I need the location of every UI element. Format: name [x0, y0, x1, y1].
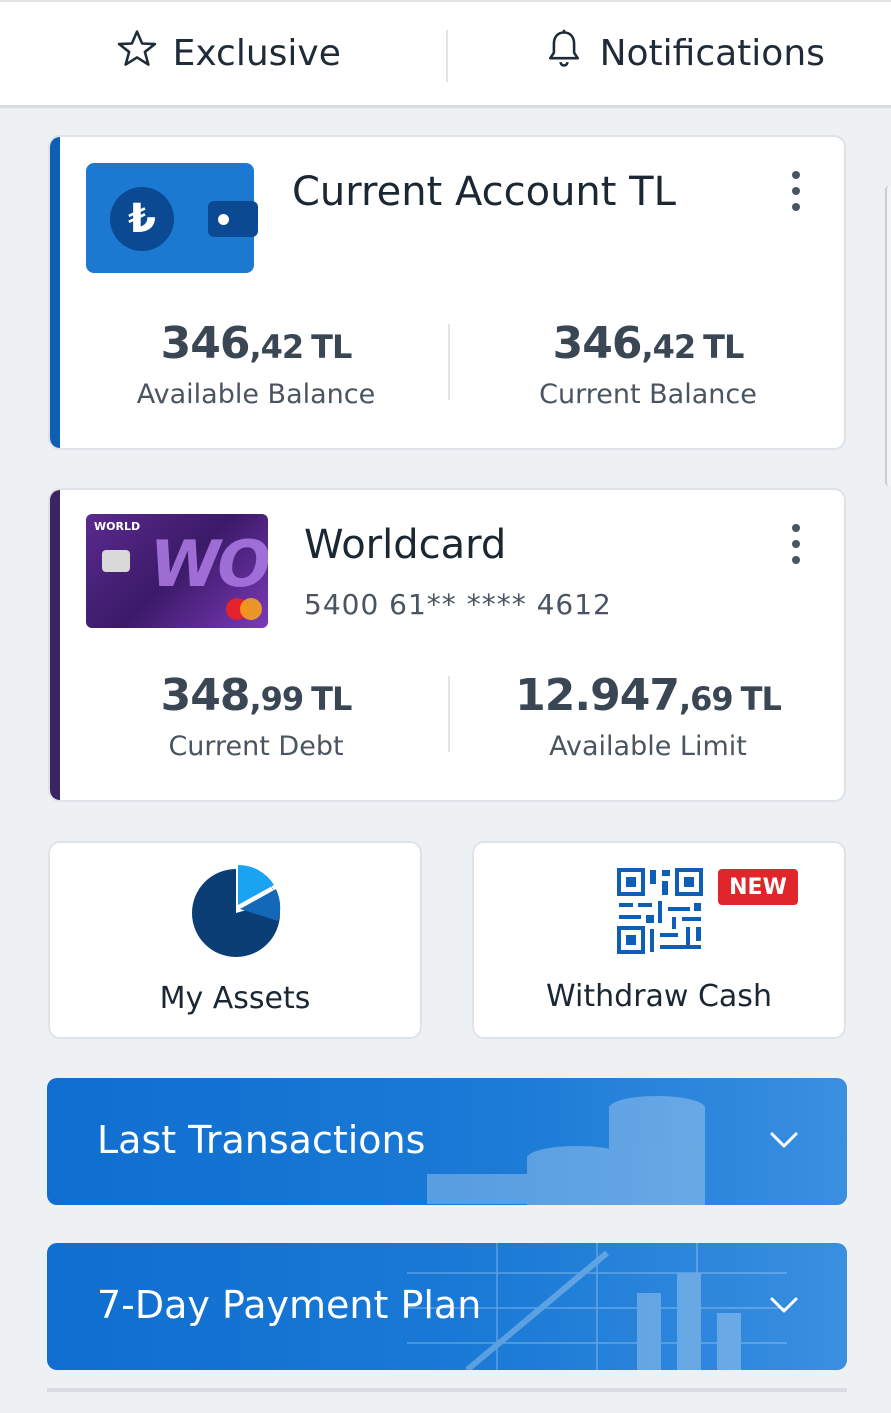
- current-debt-amount: 348,99 TL: [160, 670, 353, 721]
- account-title: Current Account TL: [292, 169, 676, 215]
- account-card[interactable]: ₺ Current Account TL 346,42 TL Available …: [48, 135, 846, 450]
- star-icon: [115, 27, 159, 80]
- withdraw-cash-label: Withdraw Cash: [546, 979, 772, 1014]
- new-badge: NEW: [718, 869, 798, 905]
- exclusive-label: Exclusive: [172, 33, 341, 74]
- stat-divider: [448, 676, 450, 752]
- available-balance-amount: 346,42 TL: [160, 318, 353, 369]
- qr-code-icon: [617, 868, 703, 954]
- payment-plan-banner[interactable]: 7-Day Payment Plan: [47, 1243, 847, 1370]
- credit-stats: 348,99 TL Current Debt 12.947,69 TL Availa…: [60, 670, 844, 780]
- topbar-divider: [446, 30, 448, 82]
- notifications-label: Notifications: [599, 33, 825, 74]
- chevron-down-icon: [770, 1132, 798, 1148]
- top-bar: Exclusive Notifications: [0, 0, 891, 108]
- withdraw-cash-tile[interactable]: NEW Withdraw Cash: [472, 841, 846, 1039]
- coins-decoration: [427, 1096, 705, 1205]
- current-debt: 348,99 TL Current Debt: [60, 670, 452, 780]
- available-balance: 346,42 TL Available Balance: [60, 318, 452, 428]
- credit-card-number: 5400 61** **** 4612: [304, 588, 612, 621]
- current-balance-amount: 346,42 TL: [552, 318, 745, 369]
- available-limit: 12.947,69 TL Available Limit: [452, 670, 844, 780]
- next-section-edge: [47, 1388, 847, 1392]
- card-chip: [102, 550, 130, 572]
- credit-card-title: Worldcard: [304, 522, 507, 568]
- current-balance: 346,42 TL Current Balance: [452, 318, 844, 428]
- last-transactions-label: Last Transactions: [97, 1118, 426, 1162]
- available-balance-label: Available Balance: [136, 379, 376, 410]
- bell-icon: [542, 27, 586, 80]
- lira-icon: ₺: [110, 187, 174, 251]
- payment-plan-label: 7-Day Payment Plan: [97, 1283, 482, 1327]
- wallet-lira-icon: ₺: [86, 163, 258, 273]
- my-assets-label: My Assets: [159, 981, 311, 1016]
- credit-card[interactable]: WORLD WORLD Worldcard 5400 61** **** 461…: [48, 488, 846, 802]
- wallet-clasp: [208, 201, 258, 237]
- current-balance-label: Current Balance: [539, 379, 757, 410]
- worldcard-image: WORLD WORLD: [86, 514, 268, 628]
- account-stats: 346,42 TL Available Balance 346,42 TL Curr…: [60, 318, 844, 428]
- card-accent-bar: [50, 490, 60, 800]
- last-transactions-banner[interactable]: Last Transactions: [47, 1078, 847, 1205]
- more-options-icon[interactable]: [790, 171, 802, 211]
- card-brand-tag: WORLD: [94, 520, 141, 533]
- mastercard-logo: [240, 598, 262, 620]
- scroll-edge: [885, 186, 891, 486]
- more-options-icon[interactable]: [790, 524, 802, 564]
- exclusive-button[interactable]: Exclusive: [0, 2, 446, 105]
- chevron-down-icon: [770, 1297, 798, 1313]
- my-assets-tile[interactable]: My Assets: [48, 841, 422, 1039]
- card-accent-bar: [50, 137, 60, 448]
- notifications-button[interactable]: Notifications: [446, 2, 891, 105]
- available-limit-label: Available Limit: [549, 731, 747, 762]
- stat-divider: [448, 324, 450, 400]
- pie-chart-icon: [192, 864, 281, 957]
- available-limit-amount: 12.947,69 TL: [515, 670, 782, 721]
- current-debt-label: Current Debt: [168, 731, 344, 762]
- card-brand-art: WORLD: [143, 528, 268, 602]
